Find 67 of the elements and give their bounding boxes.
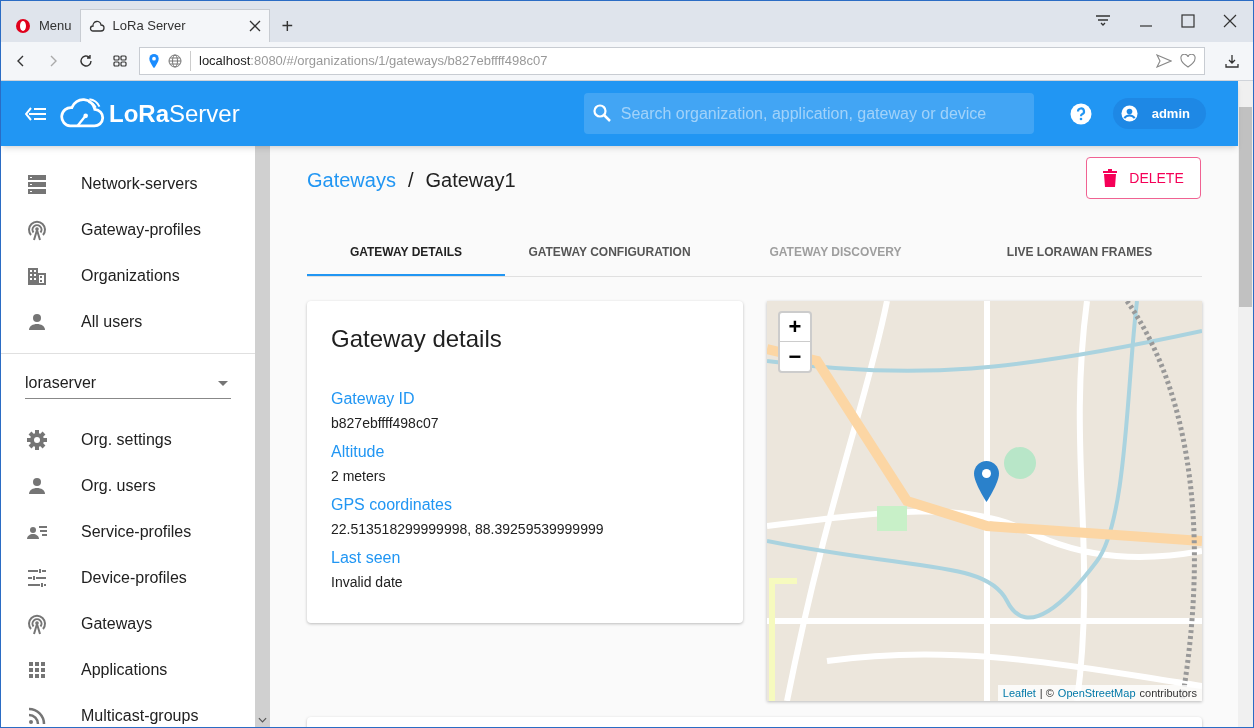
- user-menu-button[interactable]: admin: [1112, 98, 1206, 129]
- field-value: b827ebffff498c07: [331, 414, 440, 433]
- sidebar-item[interactable]: Network-servers: [1, 161, 255, 207]
- breadcrumb-separator: /: [407, 168, 414, 193]
- sidebar-item[interactable]: Applications: [1, 647, 255, 693]
- send-icon[interactable]: [1156, 54, 1172, 68]
- sidebar-item[interactable]: Service-profiles: [1, 509, 255, 555]
- sidebar-item[interactable]: All users: [1, 299, 255, 345]
- field-label: Gateway ID: [331, 389, 416, 409]
- scroll-down-icon: [258, 717, 267, 723]
- field-label: GPS coordinates: [331, 495, 453, 515]
- download-icon[interactable]: [1225, 54, 1239, 68]
- antenna-icon: [25, 218, 49, 242]
- map-marker-icon[interactable]: [974, 461, 999, 502]
- zoom-out-button[interactable]: −: [780, 342, 810, 371]
- collapse-menu-icon[interactable]: [25, 105, 47, 122]
- attribution-link[interactable]: Leaflet: [1002, 684, 1036, 701]
- settings-icon: [25, 428, 49, 452]
- search-icon: [591, 103, 612, 123]
- field-value: Invalid date: [331, 573, 404, 592]
- field-value: 2 meters: [331, 467, 387, 486]
- antenna-icon: [25, 612, 49, 636]
- cloud-icon: [88, 18, 105, 34]
- server-rack-icon: [25, 172, 49, 196]
- close-icon[interactable]: [248, 20, 261, 32]
- sliders-icon: [25, 566, 49, 590]
- help-icon[interactable]: [1069, 102, 1092, 125]
- page-title: Gateway1: [425, 168, 516, 193]
- field-label: Altitude: [331, 442, 386, 462]
- tab[interactable]: GATEWAY CONFIGURATION: [505, 229, 714, 276]
- attribution-link[interactable]: OpenStreetMap: [1057, 684, 1136, 701]
- cloud-logo-icon: [59, 97, 105, 130]
- browser-tab[interactable]: Menu: [7, 9, 80, 42]
- location-pin-icon: [148, 53, 160, 69]
- field-value: 22.513518299999998, 88.39259539999999: [331, 520, 605, 539]
- sidebar-item[interactable]: Gateways: [1, 601, 255, 647]
- tab[interactable]: GATEWAY DETAILS: [307, 229, 505, 276]
- trash-icon: [1103, 169, 1118, 187]
- sidebar-item[interactable]: Gateway-profiles: [1, 207, 255, 253]
- reload-icon[interactable]: [79, 54, 93, 68]
- browser-tab[interactable]: LoRa Server: [79, 9, 270, 42]
- sidebar-item[interactable]: Org. settings: [1, 417, 255, 463]
- attribution-text: contributors: [1139, 685, 1197, 701]
- close-icon[interactable]: [1223, 14, 1237, 28]
- sidebar-scrollbar[interactable]: [255, 146, 270, 727]
- field-label: Last seen: [331, 548, 402, 568]
- opera-logo-icon: [15, 17, 31, 34]
- sidebar-item[interactable]: Org. users: [1, 463, 255, 509]
- organization-select[interactable]: loraserver: [25, 368, 231, 399]
- address-field[interactable]: localhost:8080/#/organizations/1/gateways/b827ebffff498c07: [139, 47, 1205, 75]
- delete-button[interactable]: DELETE: [1086, 157, 1201, 199]
- new-tab-button[interactable]: +: [269, 9, 306, 42]
- globe-icon: [168, 54, 182, 68]
- heart-icon[interactable]: [1180, 54, 1196, 68]
- dropdown-caret-icon: [218, 380, 228, 386]
- sidebar-item[interactable]: Multicast-groups: [1, 693, 255, 727]
- sidebar-item[interactable]: Organizations: [1, 253, 255, 299]
- page-scrollbar[interactable]: [1238, 81, 1253, 727]
- sidebar-item[interactable]: Device-profiles: [1, 555, 255, 601]
- attribution-text: | ©: [1039, 685, 1054, 701]
- zoom-in-button[interactable]: +: [780, 313, 810, 342]
- card-title: Gateway details: [331, 324, 503, 354]
- tab[interactable]: LIVE LORAWAN FRAMES: [957, 229, 1202, 276]
- brand-logo: LoRaServer: [109, 98, 240, 129]
- maximize-icon[interactable]: [1181, 14, 1195, 28]
- account-icon: [1120, 105, 1138, 122]
- speed-dial-icon[interactable]: [113, 54, 127, 68]
